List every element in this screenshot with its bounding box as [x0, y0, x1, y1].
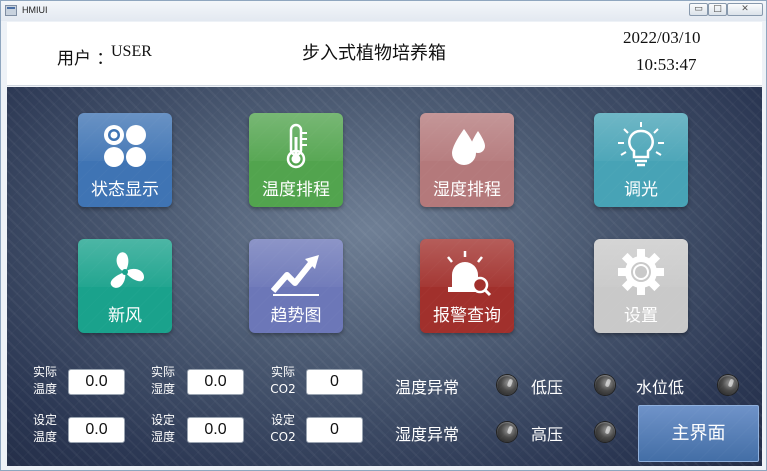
- setpoint-humidity-input[interactable]: 0.0: [187, 417, 244, 443]
- low-pressure-label: 低压: [531, 378, 564, 397]
- high-pressure-lamp: [595, 422, 615, 442]
- tile-label: 趋势图: [270, 306, 322, 326]
- settings-button[interactable]: 设置: [594, 239, 688, 333]
- setpoint-humidity-label: 设定 湿度: [145, 412, 181, 446]
- header: 用户 ： USER 步入式植物培养箱 2022/03/10 10:53:47: [7, 22, 762, 86]
- home-button[interactable]: 主界面: [638, 405, 759, 462]
- temperature-alarm-lamp: [497, 375, 517, 395]
- user-label: 用户 ：: [57, 49, 114, 69]
- trend-chart-icon: [271, 255, 319, 296]
- tile-label: 调光: [624, 180, 658, 200]
- label-line: 实际: [150, 365, 175, 379]
- date-display: 2022/03/10: [623, 28, 701, 47]
- user-name: USER: [111, 43, 152, 60]
- setpoint-temperature-label: 设定 温度: [27, 412, 63, 446]
- low-water-level-lamp: [718, 375, 738, 395]
- actual-temperature-label: 实际 温度: [27, 364, 63, 398]
- fresh-air-button[interactable]: 新风: [78, 239, 172, 333]
- humidity-schedule-button[interactable]: 湿度排程: [420, 113, 514, 207]
- dimming-button[interactable]: 调光: [594, 113, 688, 207]
- low-pressure-lamp: [595, 375, 615, 395]
- label-line: 实际: [270, 365, 295, 379]
- window-title: HMIUI: [22, 5, 48, 15]
- low-water-level-label: 水位低: [636, 378, 685, 397]
- label-line: 设定: [270, 413, 295, 427]
- actual-temperature-value: 0.0: [68, 369, 125, 395]
- tile-label: 温度排程: [262, 180, 330, 200]
- humidity-alarm-lamp: [497, 422, 517, 442]
- tile-label: 湿度排程: [433, 180, 501, 200]
- light-bulb-icon: [618, 122, 664, 167]
- label-line: 设定: [150, 413, 175, 427]
- label-line: 湿度: [150, 382, 175, 396]
- maximize-button[interactable]: □: [708, 3, 727, 16]
- label-line: 湿度: [150, 430, 175, 444]
- alarm-query-button[interactable]: 报警查询: [420, 239, 514, 333]
- tile-label: 设置: [624, 306, 658, 326]
- page-title: 步入式植物培养箱: [302, 43, 446, 64]
- hmi-window: HMIUI ▭ □ ✕ 用户 ： USER 步入式植物培养箱 2022/03/1…: [0, 0, 767, 471]
- thermometer-icon: [286, 123, 307, 169]
- temperature-schedule-button[interactable]: 温度排程: [249, 113, 343, 207]
- tile-label: 新风: [108, 306, 142, 326]
- gear-icon: [618, 249, 664, 295]
- humidity-alarm-label: 湿度异常: [395, 425, 460, 444]
- title-bar: HMIUI ▭ □ ✕: [1, 1, 766, 21]
- label-line: CO2: [270, 430, 296, 444]
- tile-label: 状态显示: [91, 180, 159, 200]
- high-pressure-label: 高压: [531, 425, 564, 444]
- status-circles-icon: [104, 125, 146, 167]
- status-display-button[interactable]: 状态显示: [78, 113, 172, 207]
- time-display: 10:53:47: [636, 55, 697, 74]
- label-line: CO2: [270, 382, 296, 396]
- minimize-button[interactable]: ▭: [689, 3, 708, 16]
- main-panel: 状态显示 温度排程 湿度排程 调光 新风 趋势图 报警查询 设置 实际 温度 0…: [7, 87, 762, 466]
- setpoint-temperature-input[interactable]: 0.0: [68, 417, 125, 443]
- fan-icon: [110, 252, 144, 288]
- actual-humidity-label: 实际 湿度: [145, 364, 181, 398]
- temperature-alarm-label: 温度异常: [395, 378, 460, 397]
- label-line: 实际: [32, 365, 57, 379]
- label-line: 设定: [32, 413, 57, 427]
- app-icon: [5, 5, 17, 16]
- tile-label: 报警查询: [433, 306, 501, 326]
- water-drops-icon: [452, 129, 485, 165]
- label-line: 温度: [32, 382, 57, 396]
- close-button[interactable]: ✕: [727, 3, 763, 16]
- actual-co2-label: 实际 CO2: [265, 364, 301, 398]
- actual-humidity-value: 0.0: [187, 369, 244, 395]
- alarm-siren-icon: [447, 251, 492, 297]
- actual-co2-value: 0: [306, 369, 363, 395]
- trend-chart-button[interactable]: 趋势图: [249, 239, 343, 333]
- setpoint-co2-input[interactable]: 0: [306, 417, 363, 443]
- setpoint-co2-label: 设定 CO2: [265, 412, 301, 446]
- label-line: 温度: [32, 430, 57, 444]
